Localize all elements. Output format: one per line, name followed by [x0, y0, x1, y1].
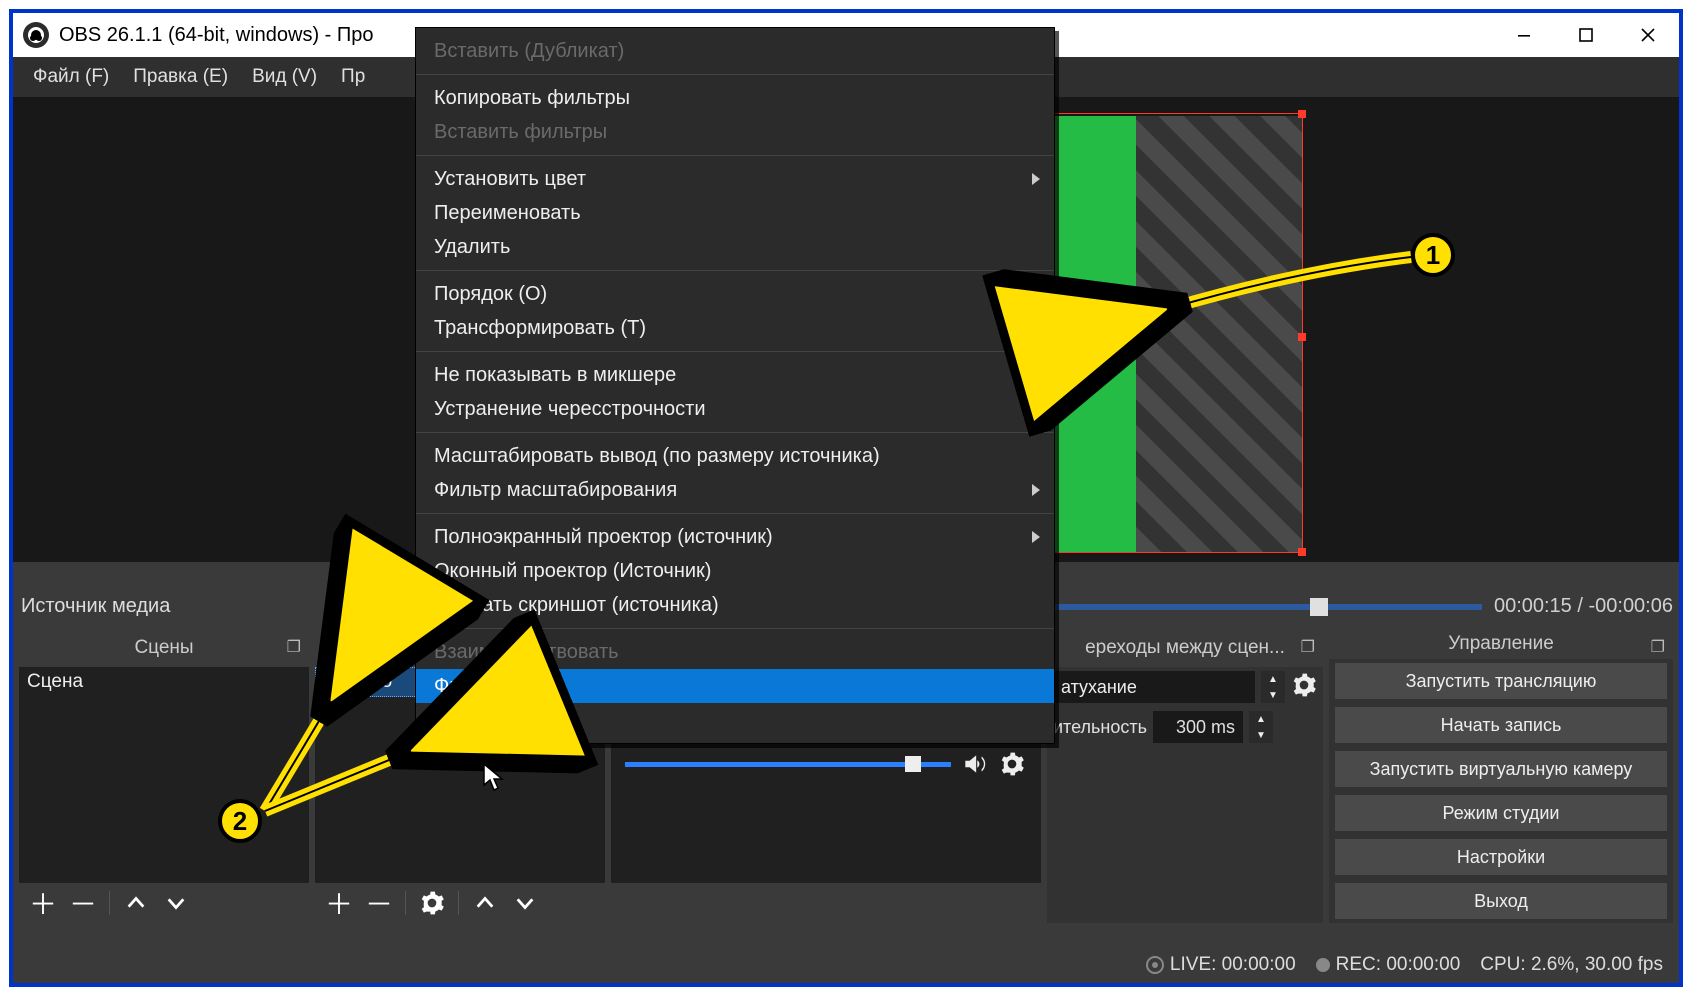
statusbar: LIVE: 00:00:00 REC: 00:00:00 CPU: 2.6%, … [13, 947, 1679, 983]
source-down-button[interactable] [507, 885, 543, 921]
menu-edit[interactable]: Правка (E) [121, 66, 240, 88]
ctx-hide-mixer[interactable]: Не показывать в микшере [416, 358, 1054, 392]
minimize-button[interactable] [1493, 13, 1555, 57]
annotation-marker-1: 1 [1411, 233, 1455, 277]
add-source-button[interactable]: ＋ [321, 885, 357, 921]
panel-header-controls: Управление ❐ [1329, 629, 1673, 659]
ctx-set-color[interactable]: Установить цвет [416, 162, 1054, 196]
ctx-delete[interactable]: Удалить [416, 230, 1054, 264]
studio-mode-button[interactable]: Режим студии [1335, 795, 1667, 831]
panel-header-scenes: Сцены ❐ [19, 629, 309, 667]
ctx-transform[interactable]: Трансформировать (T) [416, 311, 1054, 345]
popout-icon[interactable]: ❐ [1651, 637, 1665, 657]
settings-button[interactable]: Настройки [1335, 839, 1667, 875]
ctx-window-projector[interactable]: Оконный проектор (Источник) [416, 554, 1054, 588]
mouse-cursor-icon [483, 763, 505, 796]
menu-view[interactable]: Вид (V) [240, 66, 329, 88]
remove-source-button[interactable]: － [361, 885, 397, 921]
start-record-button[interactable]: Начать запись [1335, 707, 1667, 743]
resize-handle[interactable] [1298, 110, 1306, 118]
annotation-arrow-2a [257, 689, 427, 824]
duration-spinner[interactable]: ▲▼ [1249, 711, 1273, 743]
transition-settings-button[interactable] [1291, 672, 1317, 703]
ctx-rename[interactable]: Переименовать [416, 196, 1054, 230]
ctx-screenshot[interactable]: Сделать скриншот (источника) [416, 588, 1054, 622]
ctx-order[interactable]: Порядок (О) [416, 277, 1054, 311]
scene-down-button[interactable] [158, 885, 194, 921]
remove-scene-button[interactable]: － [65, 885, 101, 921]
menu-truncated[interactable]: Пр [329, 66, 377, 88]
popout-icon[interactable]: ❐ [287, 637, 301, 657]
transitions-header-label: ереходы между сцен... [1085, 637, 1285, 659]
media-time-text: 00:00:15 / -00:00:06 [1494, 595, 1679, 618]
popout-icon[interactable]: ❐ [1301, 637, 1315, 657]
resize-handle[interactable] [1298, 548, 1306, 556]
duration-label: ительность [1053, 717, 1147, 738]
source-settings-button[interactable] [414, 885, 450, 921]
ctx-filters[interactable]: Фильтры [416, 669, 1054, 703]
app-window: OBS 26.1.1 (64-bit, windows) - Про Файл … [9, 9, 1683, 987]
panel-header-transitions: ереходы между сцен... ❐ [1047, 629, 1323, 667]
status-cpu: CPU: 2.6%, 30.00 fps [1480, 954, 1663, 976]
status-live: LIVE: 00:00:00 [1146, 954, 1296, 976]
annotation-arrow-1 [1157, 251, 1417, 336]
maximize-button[interactable] [1555, 13, 1617, 57]
ctx-fullscreen-projector[interactable]: Полноэкранный проектор (источник) [416, 520, 1054, 554]
duration-value[interactable]: 300 ms [1153, 711, 1243, 743]
window-title: OBS 26.1.1 (64-bit, windows) - Про [59, 24, 374, 47]
ctx-copy-filters[interactable]: Копировать фильтры [416, 81, 1054, 115]
ctx-scale-output[interactable]: Масштабировать вывод (по размеру источни… [416, 439, 1054, 473]
transition-select[interactable]: атухание [1053, 671, 1255, 703]
volume-slider[interactable] [625, 762, 951, 767]
status-rec: REC: 00:00:00 [1316, 954, 1461, 976]
mute-button[interactable] [959, 749, 989, 779]
controls-panel: Управление ❐ Запустить трансляцию Начать … [1329, 629, 1673, 923]
ctx-properties[interactable]: Свойства [416, 703, 1054, 737]
ctx-paste-duplicate: Вставить (Дубликат) [416, 34, 1054, 68]
exit-button[interactable]: Выход [1335, 883, 1667, 919]
context-menu: Вставить (Дубликат) Копировать фильтры В… [415, 27, 1055, 744]
source-up-button[interactable] [467, 885, 503, 921]
transition-spinner[interactable]: ▲▼ [1261, 671, 1285, 703]
menu-file[interactable]: Файл (F) [21, 66, 121, 88]
ctx-paste-filters: Вставить фильтры [416, 115, 1054, 149]
virtual-camera-button[interactable]: Запустить виртуальную камеру [1335, 751, 1667, 787]
obs-logo-icon [23, 22, 49, 48]
annotation-marker-2: 2 [218, 799, 262, 843]
mixer-settings-button[interactable] [997, 749, 1027, 779]
ctx-deinterlace[interactable]: Устранение чересстрочности [416, 392, 1054, 426]
start-stream-button[interactable]: Запустить трансляцию [1335, 663, 1667, 699]
controls-header-label: Управление [1448, 633, 1554, 655]
scenes-header-label: Сцены [134, 637, 193, 659]
scene-up-button[interactable] [118, 885, 154, 921]
ctx-scale-filter[interactable]: Фильтр масштабирования [416, 473, 1054, 507]
transitions-panel: ереходы между сцен... ❐ атухание ▲▼ итель… [1047, 629, 1323, 923]
ctx-interact: Взаимодействовать [416, 635, 1054, 669]
media-source-label: Источник медиа [21, 595, 170, 618]
add-scene-button[interactable]: ＋ [25, 885, 61, 921]
close-button[interactable] [1617, 13, 1679, 57]
